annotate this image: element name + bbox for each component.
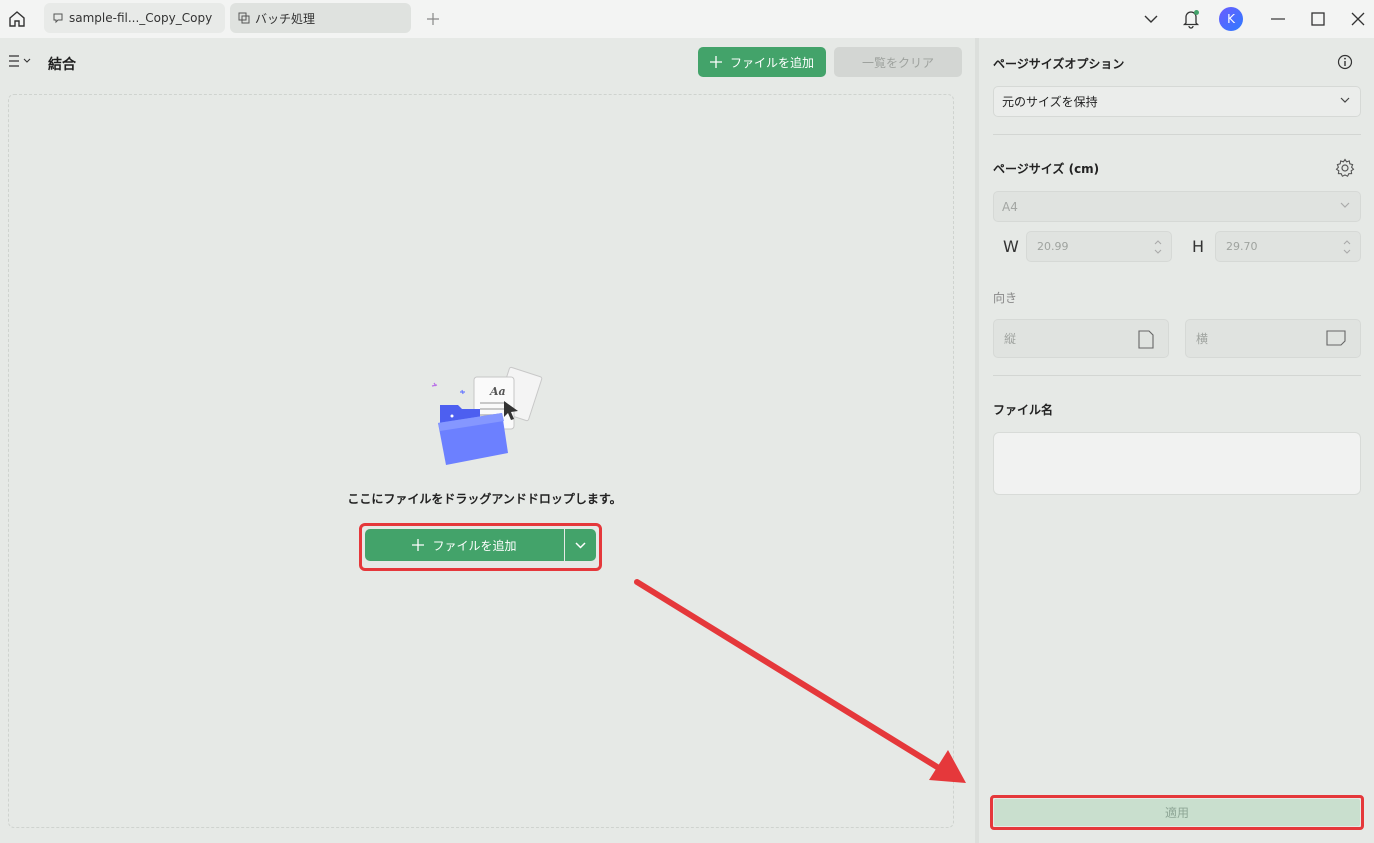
apply-label: 適用 — [1164, 806, 1189, 820]
info-button[interactable] — [1337, 54, 1353, 74]
tab-batch[interactable]: バッチ処理 — [230, 3, 411, 33]
landscape-page-icon — [1326, 330, 1346, 346]
settings-panel: ページサイズオプション 元のサイズを保持 ページサイズ (cm) A4 W 20… — [975, 38, 1374, 843]
width-input[interactable]: 20.99 — [1026, 231, 1172, 262]
width-label: W — [1003, 237, 1019, 256]
tab-sample-file[interactable]: sample-fil..._Copy_Copy — [44, 3, 225, 33]
apply-button[interactable]: 適用 — [994, 799, 1360, 826]
minimize-icon — [1271, 18, 1285, 20]
home-icon — [9, 11, 25, 27]
width-value: 20.99 — [1037, 240, 1069, 253]
spinner-icon[interactable] — [1342, 237, 1352, 257]
paper-size-select[interactable]: A4 — [993, 191, 1361, 222]
add-file-main-label: ファイルを追加 — [432, 538, 517, 553]
add-file-label: ファイルを追加 — [729, 55, 814, 70]
portrait-button[interactable]: 縦 — [993, 319, 1169, 358]
hamburger-icon — [9, 55, 31, 67]
title-bar: sample-fil..._Copy_Copy バッチ処理 K — [0, 0, 1374, 38]
gear-icon — [1335, 158, 1355, 177]
plus-icon — [709, 56, 722, 68]
maximize-icon — [1311, 12, 1325, 26]
divider — [993, 375, 1361, 376]
landscape-label: 横 — [1196, 332, 1209, 346]
orientation-label: 向き — [993, 291, 1018, 305]
add-file-button[interactable]: ファイルを追加 — [698, 47, 826, 77]
merge-panel: 結合 ファイルを追加 一覧をクリア Aa ここにファイルをドラッグアンドドロップ… — [0, 38, 969, 843]
chevron-down-icon — [1340, 202, 1350, 208]
maximize-button[interactable] — [1306, 0, 1330, 38]
chevron-down-icon — [575, 541, 586, 549]
plus-icon — [412, 539, 425, 551]
svg-text:Aa: Aa — [489, 385, 506, 398]
notification-button[interactable] — [1178, 0, 1204, 38]
info-icon — [1337, 54, 1353, 70]
minimize-button[interactable] — [1266, 0, 1290, 38]
page-size-settings-button[interactable] — [1335, 158, 1355, 182]
avatar-button[interactable]: K — [1218, 0, 1244, 38]
chevron-down-icon — [1340, 97, 1350, 103]
portrait-label: 縦 — [1004, 332, 1017, 346]
close-icon — [1351, 12, 1365, 26]
comment-icon — [52, 12, 64, 24]
page-size-option-select[interactable]: 元のサイズを保持 — [993, 86, 1361, 117]
page-title: 結合 — [48, 57, 76, 73]
height-input[interactable]: 29.70 — [1215, 231, 1361, 262]
chevron-down-icon — [1144, 15, 1158, 23]
tab-label: sample-fil..._Copy_Copy — [69, 11, 213, 25]
new-tab-button[interactable] — [422, 8, 444, 30]
folder-files-illustration: Aa — [431, 366, 543, 465]
close-window-button[interactable] — [1346, 0, 1370, 38]
plus-icon — [427, 13, 439, 25]
page-size-label: ページサイズ (cm) — [993, 162, 1100, 176]
batch-icon — [238, 12, 250, 24]
clear-list-label: 一覧をクリア — [861, 55, 934, 70]
spinner-icon[interactable] — [1153, 237, 1163, 257]
divider — [993, 134, 1361, 135]
filename-label: ファイル名 — [993, 403, 1054, 417]
tab-label: バッチ処理 — [255, 11, 316, 26]
menu-button[interactable] — [8, 54, 32, 68]
landscape-button[interactable]: 横 — [1185, 319, 1361, 358]
add-file-dropdown-button[interactable] — [565, 529, 596, 561]
bell-icon — [1182, 10, 1200, 29]
height-label: H — [1192, 237, 1205, 256]
height-value: 29.70 — [1226, 240, 1258, 253]
filename-input[interactable] — [993, 432, 1361, 495]
page-size-option-value: 元のサイズを保持 — [1002, 95, 1098, 109]
drop-instruction: ここにファイルをドラッグアンドドロップします。 — [347, 492, 622, 506]
tabs-dropdown-button[interactable] — [1138, 0, 1164, 38]
clear-list-button[interactable]: 一覧をクリア — [834, 47, 962, 77]
add-file-main-button[interactable]: ファイルを追加 — [365, 529, 564, 561]
home-button[interactable] — [4, 6, 30, 32]
page-size-option-label: ページサイズオプション — [993, 57, 1125, 71]
avatar: K — [1219, 7, 1243, 31]
portrait-page-icon — [1138, 330, 1154, 349]
paper-size-value: A4 — [1002, 199, 1018, 214]
